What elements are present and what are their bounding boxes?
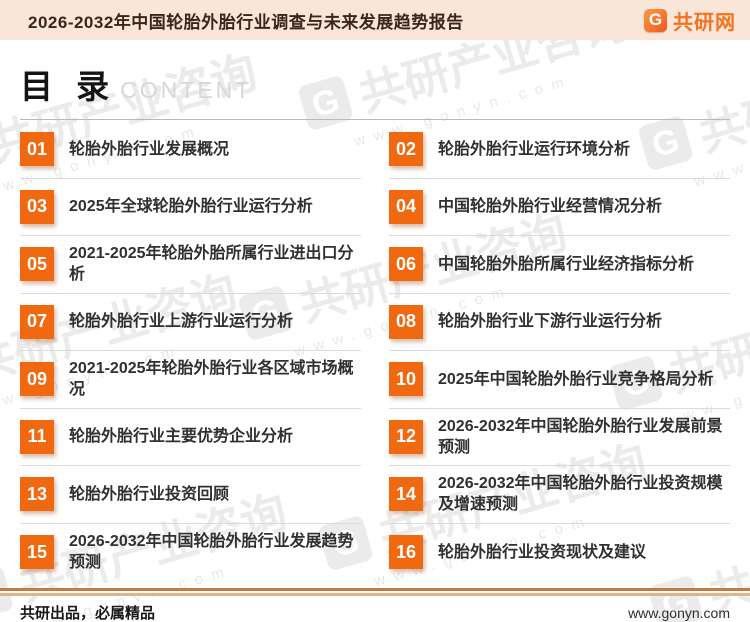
toc-item-02: 02 轮胎外胎行业运行环境分析 [389, 121, 730, 179]
toc-item-number: 14 [389, 477, 423, 512]
toc-item-label: 中国轮胎外胎行业经营情况分析 [438, 198, 663, 216]
toc-item-07: 07 轮胎外胎行业上游行业运行分析 [20, 294, 361, 351]
toc-item-15: 15 2026-2032年中国轮胎外胎行业发展趋势预测 [20, 524, 361, 582]
footer-url: www.gonyn.com [628, 604, 730, 621]
toc-item-number: 08 [389, 304, 423, 339]
toc-item-label: 2025年中国轮胎外胎行业竞争格局分析 [438, 370, 714, 388]
toc-item-09: 09 2021-2025年轮胎外胎行业各区域市场概况 [20, 351, 361, 409]
toc-item-number: 06 [389, 247, 423, 282]
toc-item-number: 03 [20, 189, 54, 224]
toc-item-16: 16 轮胎外胎行业投资现状及建议 [389, 524, 730, 582]
toc-divider [20, 119, 730, 120]
toc-item-number: 11 [20, 419, 54, 454]
toc-item-label: 2021-2025年轮胎外胎行业各区域市场概况 [69, 360, 354, 399]
toc-item-10: 10 2025年中国轮胎外胎行业竞争格局分析 [389, 351, 730, 409]
toc-item-label: 轮胎外胎行业投资现状及建议 [438, 543, 647, 561]
toc-item-label: 轮胎外胎行业上游行业运行分析 [69, 313, 294, 331]
toc-item-01: 01 轮胎外胎行业发展概况 [20, 121, 361, 179]
top-bar: 2026-2032年中国轮胎外胎行业调查与未来发展趋势报告 G 共研网 [0, 0, 750, 40]
toc-title: 目 录 [20, 68, 117, 105]
footer: 共研出品，必属精品 www.gonyn.com [0, 588, 750, 622]
toc-item-14: 14 2026-2032年中国轮胎外胎行业投资规模及增速预测 [389, 466, 730, 524]
toc-header: 目 录 CONTENT [20, 60, 730, 108]
toc-item-06: 06 中国轮胎外胎所属行业经济指标分析 [389, 236, 730, 294]
toc-item-label: 2021-2025年轮胎外胎所属行业进出口分析 [69, 245, 354, 284]
toc-item-label: 轮胎外胎行业运行环境分析 [438, 140, 631, 158]
toc-item-label: 中国轮胎外胎所属行业经济指标分析 [438, 255, 695, 273]
toc-item-label: 2026-2032年中国轮胎外胎行业发展前景预测 [438, 417, 723, 456]
toc-columns: 01 轮胎外胎行业发展概况 03 2025年全球轮胎外胎行业运行分析 05 2021-20… [20, 121, 730, 581]
toc-item-label: 轮胎外胎行业发展概况 [69, 140, 230, 158]
footer-slogan: 共研出品，必属精品 [20, 605, 156, 622]
report-toc-page: G共研产业咨询www.gonyn.comG共研产业咨询www.gonyn.com… [0, 0, 750, 622]
toc-item-12: 12 2026-2032年中国轮胎外胎行业发展前景预测 [389, 409, 730, 466]
footer-row: 共研出品，必属精品 www.gonyn.com [0, 596, 750, 622]
toc-item-number: 02 [389, 132, 423, 167]
report-title: 2026-2032年中国轮胎外胎行业调查与未来发展趋势报告 [28, 12, 464, 32]
toc-item-label: 2026-2032年中国轮胎外胎行业发展趋势预测 [69, 533, 354, 572]
toc-item-label: 轮胎外胎行业主要优势企业分析 [69, 428, 294, 446]
toc-item-label: 轮胎外胎行业下游行业运行分析 [438, 313, 663, 331]
toc-item-03: 03 2025年全球轮胎外胎行业运行分析 [20, 179, 361, 236]
toc-subtitle: CONTENT [120, 77, 253, 103]
brand-logo: G 共研网 [644, 6, 736, 35]
toc-item-number: 04 [389, 189, 423, 224]
toc-item-number: 13 [20, 477, 54, 512]
toc-column-left: 01 轮胎外胎行业发展概况 03 2025年全球轮胎外胎行业运行分析 05 2021-20… [20, 121, 361, 581]
gonyn-logo-icon: G [644, 8, 667, 32]
toc-item-number: 16 [389, 535, 423, 570]
toc-item-08: 08 轮胎外胎行业下游行业运行分析 [389, 294, 730, 351]
toc-item-number: 05 [20, 247, 54, 282]
toc-item-number: 07 [20, 304, 54, 339]
toc-item-number: 09 [20, 362, 54, 397]
toc-main: 目 录 CONTENT 01 轮胎外胎行业发展概况 03 2025年全球轮胎外胎行业运… [0, 40, 750, 588]
toc-item-04: 04 中国轮胎外胎行业经营情况分析 [389, 179, 730, 236]
brand-logo-text: 共研网 [673, 11, 736, 34]
toc-item-13: 13 轮胎外胎行业投资回顾 [20, 466, 361, 524]
toc-item-11: 11 轮胎外胎行业主要优势企业分析 [20, 409, 361, 466]
toc-item-05: 05 2021-2025年轮胎外胎所属行业进出口分析 [20, 236, 361, 294]
toc-item-label: 轮胎外胎行业投资回顾 [69, 485, 230, 503]
toc-item-label: 2025年全球轮胎外胎行业运行分析 [69, 198, 313, 216]
toc-item-label: 2026-2032年中国轮胎外胎行业投资规模及增速预测 [438, 475, 723, 514]
toc-column-right: 02 轮胎外胎行业运行环境分析 04 中国轮胎外胎行业经营情况分析 06 中国轮胎外胎所属… [389, 121, 730, 581]
toc-item-number: 01 [20, 132, 54, 167]
toc-item-number: 10 [389, 362, 423, 397]
toc-item-number: 15 [20, 535, 54, 570]
toc-item-number: 12 [389, 419, 423, 454]
